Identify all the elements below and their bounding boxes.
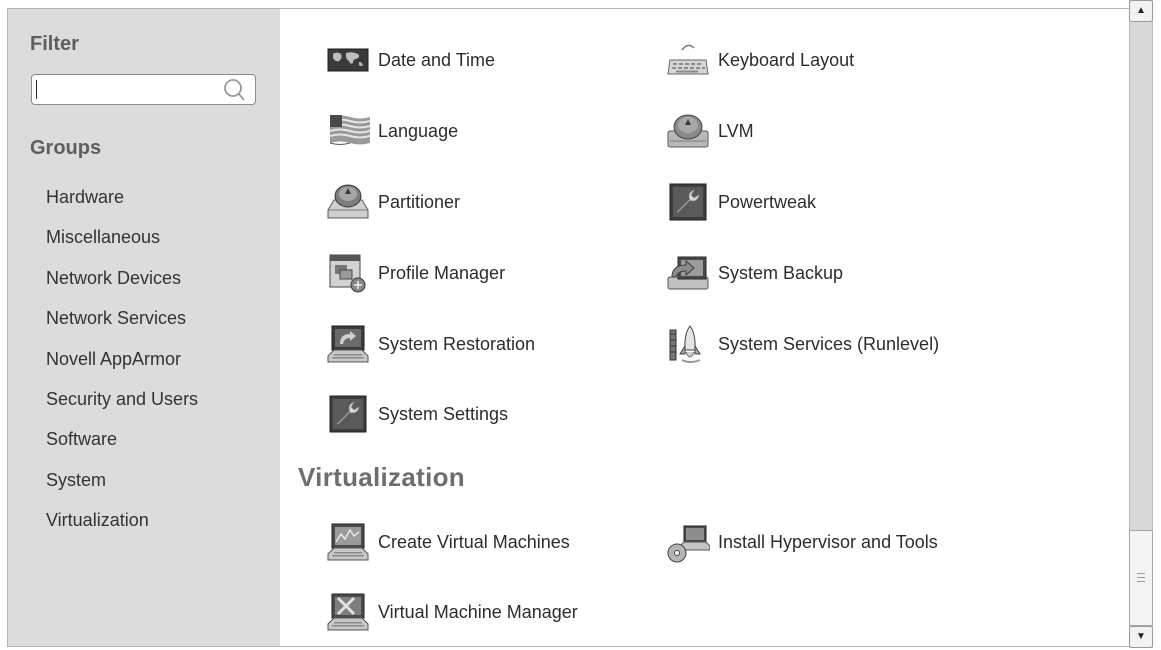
profile-manager-icon bbox=[329, 254, 366, 293]
flag-icon bbox=[329, 115, 370, 145]
module-label: Language bbox=[378, 120, 459, 141]
scrollbar-thumb[interactable] bbox=[1129, 530, 1153, 626]
scroll-down-button[interactable]: ▼ bbox=[1129, 626, 1153, 648]
group-item-system[interactable]: System bbox=[46, 468, 198, 508]
module-label: System Backup bbox=[718, 262, 844, 283]
group-item-virtualization[interactable]: Virtualization bbox=[46, 508, 198, 548]
sidebar: Filter Groups Hardware Miscellaneous Net… bbox=[8, 9, 280, 646]
section-title-virtualization: Virtualization bbox=[298, 462, 465, 492]
group-item-software[interactable]: Software bbox=[46, 427, 198, 467]
computer-tools-icon bbox=[327, 593, 369, 631]
module-system-backup[interactable]: System Backup bbox=[666, 251, 843, 295]
disk-drive-icon bbox=[667, 114, 709, 148]
group-item-miscellaneous[interactable]: Miscellaneous bbox=[46, 225, 198, 265]
search-icon[interactable] bbox=[223, 78, 245, 102]
module-partitioner[interactable]: Partitioner bbox=[326, 180, 460, 224]
hard-disk-icon bbox=[327, 184, 369, 219]
monitor-chart-icon bbox=[327, 523, 369, 561]
filter-field[interactable] bbox=[31, 74, 256, 105]
module-language[interactable]: Language bbox=[326, 109, 458, 153]
backup-icon bbox=[667, 256, 709, 290]
scroll-up-button[interactable]: ▲ bbox=[1129, 0, 1153, 22]
module-label: Install Hypervisor and Tools bbox=[718, 531, 938, 552]
module-system-services-runlevel[interactable]: System Services (Runlevel) bbox=[666, 322, 939, 366]
module-system-settings[interactable]: System Settings bbox=[326, 392, 508, 436]
wrench-tool-icon bbox=[669, 183, 707, 221]
text-caret bbox=[36, 80, 37, 99]
module-virtual-machine-manager[interactable]: Virtual Machine Manager bbox=[326, 590, 578, 634]
module-label: System Services (Runlevel) bbox=[718, 333, 940, 354]
module-keyboard-layout[interactable]: Keyboard Layout bbox=[666, 38, 854, 82]
group-item-security-and-users[interactable]: Security and Users bbox=[46, 387, 198, 427]
wrench-tool-icon bbox=[329, 395, 367, 433]
grip-icon bbox=[1137, 573, 1145, 585]
group-item-novell-apparmor[interactable]: Novell AppArmor bbox=[46, 347, 198, 387]
groups-heading: Groups bbox=[30, 137, 102, 159]
module-powertweak[interactable]: Powertweak bbox=[666, 180, 816, 224]
group-list: Hardware Miscellaneous Network Devices N… bbox=[46, 185, 198, 549]
module-label: System Settings bbox=[378, 403, 509, 424]
module-label: System Restoration bbox=[378, 333, 536, 354]
group-item-network-services[interactable]: Network Services bbox=[46, 306, 198, 346]
arrow-down-icon: ▼ bbox=[1136, 631, 1146, 642]
module-date-and-time[interactable]: Date and Time bbox=[326, 38, 495, 82]
vertical-scrollbar[interactable]: ▲ ▼ bbox=[1125, 0, 1159, 648]
module-label: Date and Time bbox=[378, 49, 496, 70]
rocket-launch-icon bbox=[669, 325, 701, 363]
module-label: Keyboard Layout bbox=[718, 49, 855, 70]
module-label: Powertweak bbox=[718, 191, 817, 212]
module-label: Profile Manager bbox=[378, 262, 506, 283]
world-map-icon bbox=[327, 48, 369, 72]
filter-heading: Filter bbox=[30, 33, 79, 55]
computer-cd-icon bbox=[667, 525, 710, 563]
yast-control-center: Filter Groups Hardware Miscellaneous Net… bbox=[7, 8, 1133, 647]
module-profile-manager[interactable]: Profile Manager bbox=[326, 251, 505, 295]
group-item-hardware[interactable]: Hardware bbox=[46, 185, 198, 225]
module-install-hypervisor-and-tools[interactable]: Install Hypervisor and Tools bbox=[666, 520, 938, 564]
module-system-restoration[interactable]: System Restoration bbox=[326, 322, 535, 366]
module-panel: Date and Time Keyboard Layout Language L… bbox=[280, 9, 1118, 646]
keyboard-icon bbox=[667, 44, 709, 75]
module-create-virtual-machines[interactable]: Create Virtual Machines bbox=[326, 520, 570, 564]
filter-input[interactable] bbox=[38, 78, 218, 100]
module-label: LVM bbox=[718, 120, 754, 141]
module-label: Create Virtual Machines bbox=[378, 531, 570, 552]
group-item-network-devices[interactable]: Network Devices bbox=[46, 266, 198, 306]
restore-computer-icon bbox=[327, 325, 369, 363]
module-lvm[interactable]: LVM bbox=[666, 109, 754, 153]
arrow-up-icon: ▲ bbox=[1136, 5, 1146, 16]
module-label: Partitioner bbox=[378, 191, 461, 212]
module-label: Virtual Machine Manager bbox=[378, 601, 578, 622]
